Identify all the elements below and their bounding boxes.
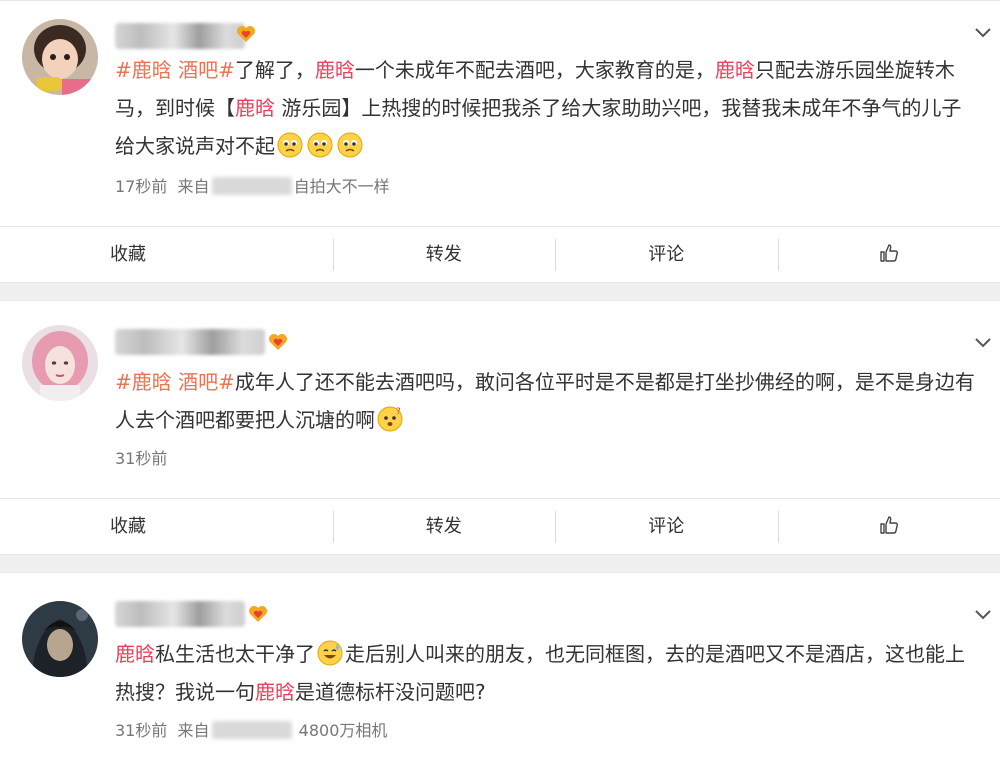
- source-blurred: [211, 177, 292, 195]
- favorite-label: 收藏: [110, 243, 146, 265]
- post-time[interactable]: 17秒前: [115, 177, 167, 196]
- topic-link[interactable]: #鹿晗 酒吧#: [115, 370, 235, 394]
- source-suffix: 自拍大不一样: [293, 177, 390, 196]
- comment-button[interactable]: 评论: [555, 238, 778, 271]
- text-segment: 一个未成年不配去酒吧，大家教育的是，: [354, 58, 715, 82]
- post-meta: 17秒前 来自 自拍大不一样: [115, 173, 390, 197]
- repost-label: 转发: [425, 243, 462, 265]
- post-text: #鹿晗 酒吧#成年人了还不能去酒吧吗，敢问各位平时是不是都是打坐抄佛经的啊，是不…: [115, 363, 975, 439]
- like-button[interactable]: [777, 238, 1000, 271]
- source-suffix: 4800万相机: [298, 721, 388, 740]
- comment-label: 评论: [648, 515, 685, 537]
- comment-button[interactable]: 评论: [555, 510, 778, 543]
- repost-label: 转发: [425, 515, 462, 537]
- comment-label: 评论: [648, 243, 685, 265]
- text-segment: 成年人了还不能去酒吧吗，敢问各位平时是不是都是打坐抄佛经的啊，是不是身边有人去个…: [115, 370, 975, 432]
- keyword-highlight[interactable]: 鹿晗: [255, 680, 295, 704]
- pleading-emoji-icon: [307, 132, 333, 158]
- thumbs-up-icon: [880, 515, 898, 534]
- source-prefix: 来自: [177, 721, 210, 740]
- text-segment: 私生活也太干净了: [155, 642, 315, 666]
- vip-heart-icon: [269, 334, 287, 350]
- username-blurred[interactable]: [115, 329, 265, 355]
- chevron-down-icon[interactable]: [974, 27, 992, 39]
- username-blurred[interactable]: [115, 23, 245, 49]
- sweat-smile-emoji-icon: [317, 640, 343, 666]
- post-card: #鹿晗 酒吧#成年人了还不能去酒吧吗，敢问各位平时是不是都是打坐抄佛经的啊，是不…: [0, 300, 1000, 555]
- username-blurred[interactable]: [115, 601, 245, 627]
- post-text: #鹿晗 酒吧#了解了，鹿晗一个未成年不配去酒吧，大家教育的是，鹿晗只配去游乐园坐…: [115, 51, 975, 165]
- text-segment: 了解了，: [234, 58, 315, 82]
- source-blurred: [211, 721, 292, 739]
- text-segment: 是道德标杆没问题吧?: [295, 680, 486, 704]
- post-card: 鹿晗私生活也太干净了 走后别人叫来的朋友，也无同框图，去的是酒吧又不是酒店，这也能…: [0, 572, 1000, 769]
- favorite-button[interactable]: 收藏: [0, 511, 333, 543]
- keyword-highlight[interactable]: 鹿晗: [715, 58, 755, 82]
- keyword-highlight[interactable]: 鹿晗: [115, 642, 155, 666]
- post-time[interactable]: 31秒前: [115, 449, 167, 468]
- post-card: #鹿晗 酒吧#了解了，鹿晗一个未成年不配去酒吧，大家教育的是，鹿晗只配去游乐园坐…: [0, 0, 1000, 283]
- avatar[interactable]: [22, 19, 98, 95]
- favorite-button[interactable]: 收藏: [0, 239, 333, 271]
- topic-link[interactable]: #鹿晗 酒吧#: [115, 58, 235, 82]
- svg-text:?: ?: [396, 407, 401, 417]
- repost-button[interactable]: 转发: [332, 510, 556, 543]
- source-prefix: 来自: [177, 177, 210, 196]
- confused-emoji-icon: ?: [377, 406, 403, 432]
- post-meta: 31秒前 来自 4800万相机: [115, 717, 387, 741]
- chevron-down-icon[interactable]: [974, 337, 992, 349]
- action-bar: 收藏 转发 评论: [0, 498, 1000, 554]
- post-time[interactable]: 31秒前: [115, 721, 167, 740]
- post-text: 鹿晗私生活也太干净了 走后别人叫来的朋友，也无同框图，去的是酒吧又不是酒店，这也能…: [115, 635, 975, 711]
- vip-heart-icon: [237, 26, 255, 42]
- pleading-emoji-icon: [337, 132, 363, 158]
- chevron-down-icon[interactable]: [974, 609, 992, 621]
- action-bar: 收藏 转发 评论: [0, 226, 1000, 282]
- vip-heart-icon: [249, 606, 267, 622]
- thumbs-up-icon: [880, 243, 898, 262]
- keyword-highlight[interactable]: 鹿晗: [315, 58, 355, 82]
- pleading-emoji-icon: [277, 132, 303, 158]
- repost-button[interactable]: 转发: [332, 238, 556, 271]
- post-meta: 31秒前: [115, 445, 167, 469]
- like-button[interactable]: [777, 510, 1000, 543]
- avatar[interactable]: [22, 601, 98, 677]
- favorite-label: 收藏: [110, 515, 146, 537]
- avatar[interactable]: [22, 325, 98, 401]
- keyword-highlight[interactable]: 鹿晗: [235, 96, 275, 120]
